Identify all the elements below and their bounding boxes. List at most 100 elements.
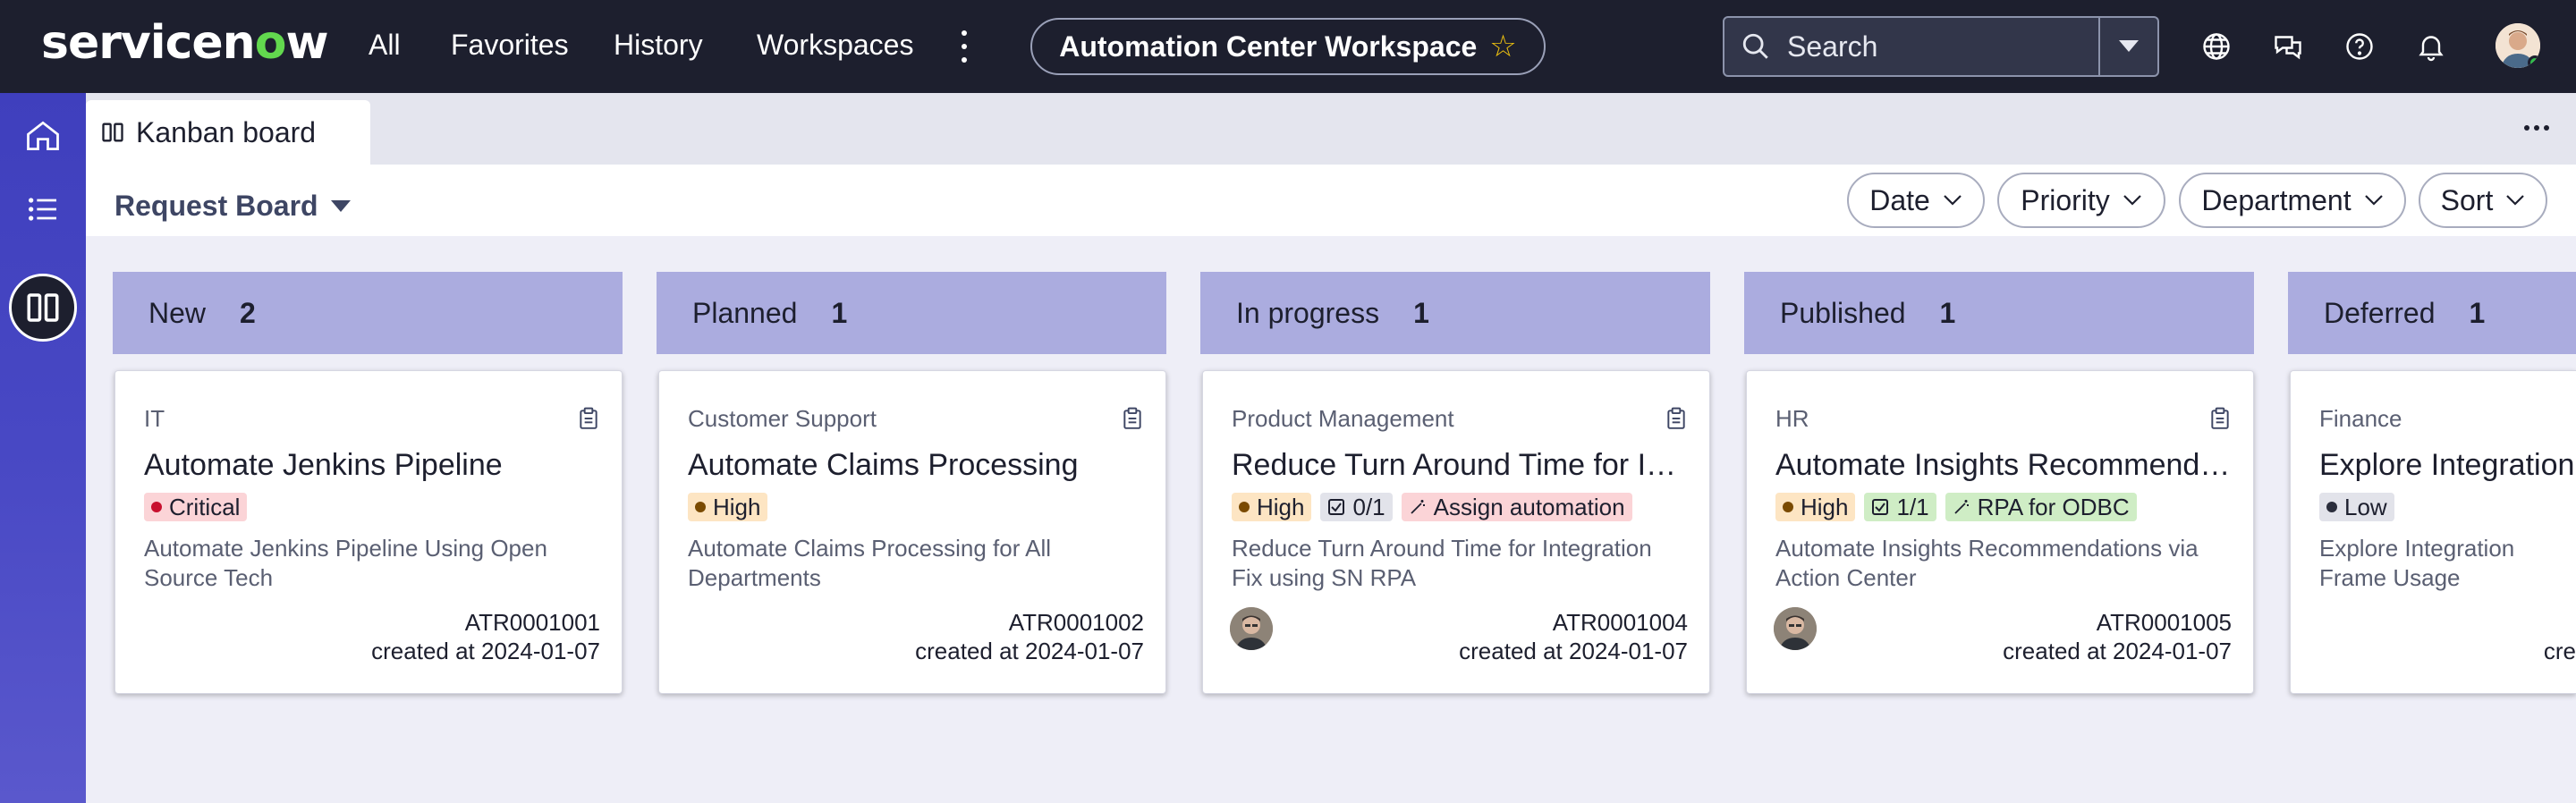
left-rail (0, 93, 86, 803)
card-description: Explore Integration Frame Usage (2319, 535, 2515, 591)
clipboard-icon[interactable] (1666, 407, 1686, 430)
card-title[interactable]: Explore Integration F (2319, 448, 2576, 483)
card-title[interactable]: Automate Insights Recommendati… (1775, 448, 2232, 483)
card-title[interactable]: Automate Claims Processing (688, 448, 1144, 483)
card-description: Automate Insights Recommendations via Ac… (1775, 535, 2199, 591)
globe-icon[interactable] (2200, 30, 2233, 63)
wand-icon (1411, 500, 1425, 514)
card-created-date: created at 2024-01-07 (2003, 638, 2232, 664)
checklist-badge: 1/1 (1864, 493, 1936, 521)
user-avatar[interactable] (2496, 23, 2540, 68)
nav-workspaces[interactable]: Workspaces (757, 27, 913, 63)
rail-list-button[interactable] (9, 175, 77, 243)
column-header-published: Published 1 (1744, 272, 2254, 354)
column-header-in-progress: In progress 1 (1200, 272, 1710, 354)
search-icon (1742, 33, 1768, 59)
workspace-title: Automation Center Workspace (1059, 30, 1478, 63)
search-input[interactable]: Search (1787, 30, 2098, 63)
board-selector[interactable]: Request Board (114, 190, 351, 223)
nav-all[interactable]: All (369, 27, 401, 63)
wand-icon (1954, 500, 1969, 514)
column-count: 1 (1413, 296, 1429, 329)
bell-icon[interactable] (2415, 30, 2447, 63)
kanban-icon (27, 293, 59, 322)
board-title: Request Board (114, 190, 318, 222)
sort-label: Sort (2440, 183, 2494, 216)
priority-badge: Low (2319, 493, 2394, 521)
home-icon (27, 121, 59, 151)
card-created-date: created at 2024-01-07 (371, 638, 600, 664)
column-name: Published (1780, 296, 1906, 329)
tab-more-icon[interactable] (2524, 125, 2549, 131)
rail-kanban-button[interactable] (9, 274, 77, 342)
card-title[interactable]: Reduce Turn Around Time for Inte… (1232, 448, 1688, 483)
filter-department[interactable]: Department (2179, 173, 2406, 228)
tab-bar (86, 93, 2576, 165)
card-description: Automate Jenkins Pipeline Using Open Sou… (144, 535, 547, 591)
caret-down-icon (330, 199, 351, 212)
column-count: 1 (831, 296, 848, 329)
automation-badge[interactable]: RPA for ODBC (1945, 493, 2137, 521)
more-menu-icon[interactable] (953, 30, 975, 63)
kanban-card[interactable]: IT Automate Jenkins Pipeline Critical Au… (114, 370, 623, 694)
checkbox-icon (1328, 499, 1345, 515)
rail-home-button[interactable] (9, 102, 77, 170)
chevron-down-icon (2506, 195, 2525, 206)
kanban-card[interactable]: HR Automate Insights Recommendati… High … (1746, 370, 2254, 694)
card-department: IT (144, 405, 165, 432)
star-icon[interactable]: ☆ (1489, 29, 1516, 64)
chevron-down-icon (1944, 195, 1962, 206)
card-department: HR (1775, 405, 1809, 432)
search-scope-dropdown[interactable] (2098, 18, 2157, 75)
nav-favorites[interactable]: Favorites (451, 27, 569, 63)
clipboard-icon[interactable] (579, 407, 598, 430)
column-name: Deferred (2324, 296, 2436, 329)
clipboard-icon[interactable] (1123, 407, 1142, 430)
column-name: In progress (1236, 296, 1380, 329)
chevron-down-icon (2364, 195, 2383, 206)
filter-department-label: Department (2201, 183, 2351, 216)
priority-badge: Critical (144, 493, 248, 521)
card-created-date: created at 2024-01-07 (1459, 638, 1688, 664)
assignee-avatar[interactable] (1774, 607, 1817, 650)
kanban-icon (102, 123, 123, 142)
filter-priority[interactable]: Priority (1997, 173, 2165, 228)
card-number: ATR0001005 (2096, 609, 2232, 636)
filter-priority-label: Priority (2021, 183, 2110, 216)
tab-label: Kanban board (136, 115, 317, 148)
card-description: Reduce Turn Around Time for Integration … (1232, 535, 1652, 591)
filter-date[interactable]: Date (1847, 173, 1985, 228)
assignee-photo-icon (1774, 607, 1817, 650)
workspace-switcher[interactable]: Automation Center Workspace ☆ (1030, 18, 1546, 75)
servicenow-logo[interactable]: servicenow (41, 16, 328, 70)
assign-automation-badge[interactable]: Assign automation (1401, 493, 1632, 521)
kanban-card[interactable]: Customer Support Automate Claims Process… (658, 370, 1166, 694)
help-icon[interactable] (2343, 30, 2376, 63)
list-icon (29, 198, 56, 221)
card-department: Product Management (1232, 405, 1454, 432)
sort-button[interactable]: Sort (2419, 173, 2547, 228)
column-count: 1 (2469, 296, 2486, 329)
card-title[interactable]: Automate Jenkins Pipeline (144, 448, 600, 483)
chat-icon[interactable] (2272, 30, 2304, 63)
assignee-photo-icon (1230, 607, 1273, 650)
kanban-card[interactable]: Finance Explore Integration F Low Explor… (2290, 370, 2576, 694)
nav-history[interactable]: History (614, 27, 703, 63)
card-number: ATR0001001 (464, 609, 600, 636)
priority-badge: High (1232, 493, 1312, 521)
priority-badge: High (688, 493, 768, 521)
chevron-down-icon (2119, 40, 2139, 52)
priority-badge: High (1775, 493, 1856, 521)
card-department: Customer Support (688, 405, 877, 432)
card-number: ATR0001002 (1008, 609, 1144, 636)
card-department: Finance (2319, 405, 2402, 432)
checklist-badge: 0/1 (1320, 493, 1393, 521)
card-description: Automate Claims Processing for All Depar… (688, 535, 1052, 591)
tab-kanban-board[interactable]: Kanban board (86, 100, 370, 165)
search-box[interactable]: Search (1723, 16, 2159, 77)
clipboard-icon[interactable] (2210, 407, 2230, 430)
card-created-date: created at 2024-01-07 (915, 638, 1144, 664)
kanban-card[interactable]: Product Management Reduce Turn Around Ti… (1202, 370, 1710, 694)
assignee-avatar[interactable] (1230, 607, 1273, 650)
top-navbar: servicenow All Favorites History Workspa… (0, 0, 2576, 93)
